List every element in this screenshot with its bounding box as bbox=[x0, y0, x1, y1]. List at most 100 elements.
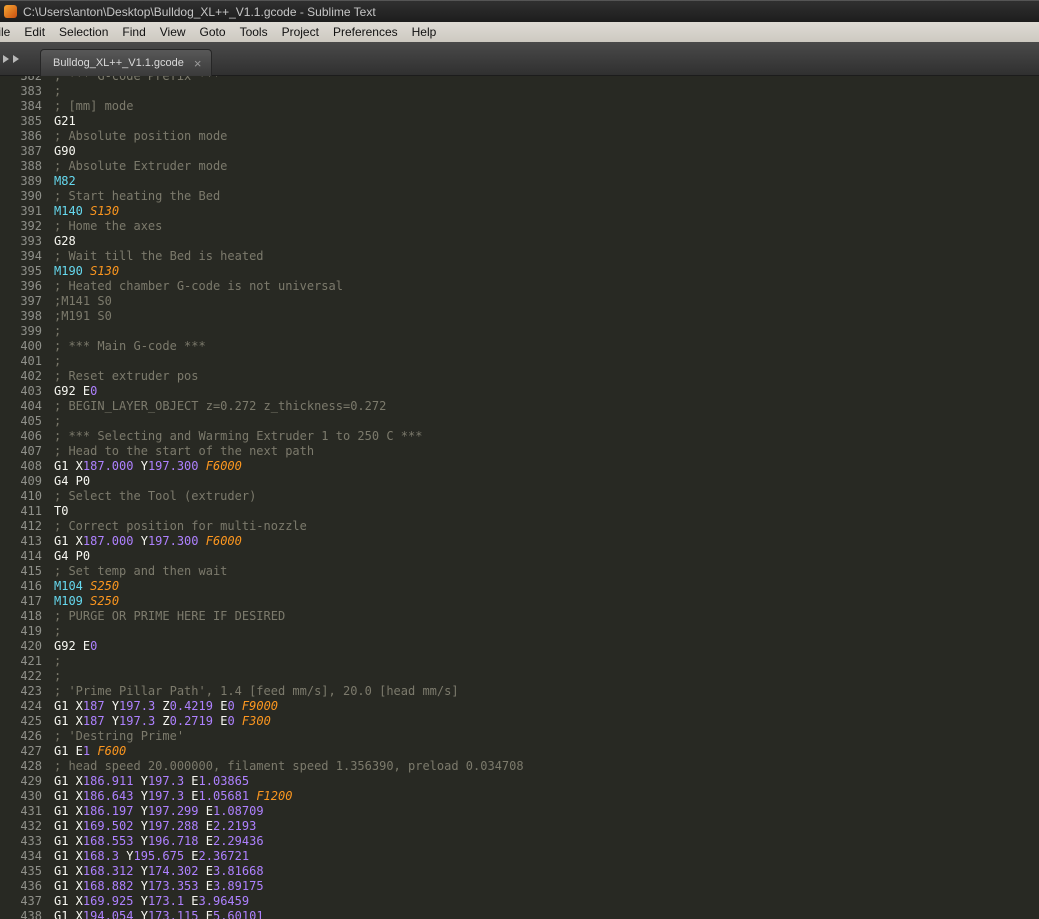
line-number: 424 bbox=[0, 699, 42, 714]
code-line[interactable]: 391M140 S130 bbox=[0, 204, 1039, 219]
code-line[interactable]: 423; 'Prime Pillar Path', 1.4 [feed mm/s… bbox=[0, 684, 1039, 699]
menu-item-project[interactable]: Project bbox=[275, 22, 326, 42]
code-line[interactable]: 433G1 X168.553 Y196.718 E2.29436 bbox=[0, 834, 1039, 849]
code-line[interactable]: 435G1 X168.312 Y174.302 E3.81668 bbox=[0, 864, 1039, 879]
code-line[interactable]: 389M82 bbox=[0, 174, 1039, 189]
code-line[interactable]: 425G1 X187 Y197.3 Z0.2719 E0 F300 bbox=[0, 714, 1039, 729]
menu-item-edit[interactable]: Edit bbox=[17, 22, 52, 42]
token-command: G1 X bbox=[54, 864, 83, 878]
code-line[interactable]: 428; head speed 20.000000, filament spee… bbox=[0, 759, 1039, 774]
code-line[interactable]: 405; bbox=[0, 414, 1039, 429]
tab-bulldog-gcode[interactable]: Bulldog_XL++_V1.1.gcode × bbox=[40, 49, 212, 76]
token-command: Y bbox=[133, 819, 147, 833]
code-line[interactable]: 400; *** Main G-code *** bbox=[0, 339, 1039, 354]
token-comment: ; bbox=[54, 354, 61, 368]
code-line[interactable]: 403G92 E0 bbox=[0, 384, 1039, 399]
code-line[interactable]: 399; bbox=[0, 324, 1039, 339]
code-line[interactable]: 412; Correct position for multi-nozzle bbox=[0, 519, 1039, 534]
code-line[interactable]: 383; bbox=[0, 84, 1039, 99]
menu-item-view[interactable]: View bbox=[153, 22, 193, 42]
line-number: 428 bbox=[0, 759, 42, 774]
code-line[interactable]: 419; bbox=[0, 624, 1039, 639]
code-line[interactable]: 434G1 X168.3 Y195.675 E2.36721 bbox=[0, 849, 1039, 864]
code-line[interactable]: 426; 'Destring Prime' bbox=[0, 729, 1039, 744]
code-line[interactable]: 417M109 S250 bbox=[0, 594, 1039, 609]
code-text: G1 X169.925 Y173.1 E3.96459 bbox=[54, 894, 249, 909]
menu-item-file[interactable]: File bbox=[0, 22, 17, 42]
code-line[interactable]: 420G92 E0 bbox=[0, 639, 1039, 654]
code-line[interactable]: 385G21 bbox=[0, 114, 1039, 129]
code-line[interactable]: 382; *** G-code Prefix *** bbox=[0, 76, 1039, 84]
code-line[interactable]: 415; Set temp and then wait bbox=[0, 564, 1039, 579]
code-line[interactable]: 431G1 X186.197 Y197.299 E1.08709 bbox=[0, 804, 1039, 819]
code-line[interactable]: 410; Select the Tool (extruder) bbox=[0, 489, 1039, 504]
token-number: 0 bbox=[90, 639, 97, 653]
code-line[interactable]: 427G1 E1 F600 bbox=[0, 744, 1039, 759]
code-text: M104 S250 bbox=[54, 579, 119, 594]
code-line[interactable]: 421; bbox=[0, 654, 1039, 669]
code-line[interactable]: 416M104 S250 bbox=[0, 579, 1039, 594]
code-line[interactable]: 422; bbox=[0, 669, 1039, 684]
menu-item-goto[interactable]: Goto bbox=[193, 22, 233, 42]
token-number: 168.882 bbox=[83, 879, 134, 893]
line-number: 425 bbox=[0, 714, 42, 729]
sublime-app-icon[interactable] bbox=[4, 5, 17, 18]
token-number: 3.96459 bbox=[199, 894, 250, 908]
code-line[interactable]: 413G1 X187.000 Y197.300 F6000 bbox=[0, 534, 1039, 549]
code-line[interactable]: 418; PURGE OR PRIME HERE IF DESIRED bbox=[0, 609, 1039, 624]
token-comment: ; Home the axes bbox=[54, 219, 162, 233]
code-line[interactable]: 397;M141 S0 bbox=[0, 294, 1039, 309]
code-line[interactable]: 393G28 bbox=[0, 234, 1039, 249]
code-line[interactable]: 407; Head to the start of the next path bbox=[0, 444, 1039, 459]
code-line[interactable]: 390; Start heating the Bed bbox=[0, 189, 1039, 204]
code-line[interactable]: 408G1 X187.000 Y197.300 F6000 bbox=[0, 459, 1039, 474]
code-text: G4 P0 bbox=[54, 474, 90, 489]
token-command: G1 X bbox=[54, 834, 83, 848]
code-line[interactable]: 424G1 X187 Y197.3 Z0.4219 E0 F9000 bbox=[0, 699, 1039, 714]
code-line[interactable]: 392; Home the axes bbox=[0, 219, 1039, 234]
code-text: G1 X194.054 Y173.115 E5.60101 bbox=[54, 909, 264, 919]
code-line[interactable]: 386; Absolute position mode bbox=[0, 129, 1039, 144]
title-bar[interactable]: C:\Users\anton\Desktop\Bulldog_XL++_V1.1… bbox=[0, 0, 1039, 22]
token-comment: ; Select the Tool (extruder) bbox=[54, 489, 256, 503]
code-text: ; bbox=[54, 354, 61, 369]
menu-item-preferences[interactable]: Preferences bbox=[326, 22, 405, 42]
code-line[interactable]: 411T0 bbox=[0, 504, 1039, 519]
line-number: 419 bbox=[0, 624, 42, 639]
code-line[interactable]: 396; Heated chamber G-code is not univer… bbox=[0, 279, 1039, 294]
token-command: G21 bbox=[54, 114, 76, 128]
code-line[interactable]: 398;M191 S0 bbox=[0, 309, 1039, 324]
token-comment: ; Heated chamber G-code is not universal bbox=[54, 279, 343, 293]
code-line[interactable]: 387G90 bbox=[0, 144, 1039, 159]
code-line[interactable]: 404; BEGIN_LAYER_OBJECT z=0.272 z_thickn… bbox=[0, 399, 1039, 414]
tab-scroll-left-icon[interactable] bbox=[3, 55, 9, 63]
menu-item-help[interactable]: Help bbox=[405, 22, 444, 42]
code-line[interactable]: 436G1 X168.882 Y173.353 E3.89175 bbox=[0, 879, 1039, 894]
code-line[interactable]: 384; [mm] mode bbox=[0, 99, 1039, 114]
editor-area[interactable]: 382; *** G-code Prefix ***383;384; [mm] … bbox=[0, 76, 1039, 919]
code-line[interactable]: 432G1 X169.502 Y197.288 E2.2193 bbox=[0, 819, 1039, 834]
code-line[interactable]: 430G1 X186.643 Y197.3 E1.05681 F1200 bbox=[0, 789, 1039, 804]
code-line[interactable]: 402; Reset extruder pos bbox=[0, 369, 1039, 384]
token-number: 168.3 bbox=[83, 849, 119, 863]
tab-scroll-right-icon[interactable] bbox=[13, 55, 19, 63]
menu-item-find[interactable]: Find bbox=[115, 22, 152, 42]
code-line[interactable]: 394; Wait till the Bed is heated bbox=[0, 249, 1039, 264]
code-text: M109 S250 bbox=[54, 594, 119, 609]
menu-item-tools[interactable]: Tools bbox=[233, 22, 275, 42]
code-line[interactable]: 409G4 P0 bbox=[0, 474, 1039, 489]
tab-close-icon[interactable]: × bbox=[194, 57, 202, 70]
code-line[interactable]: 395M190 S130 bbox=[0, 264, 1039, 279]
token-number: 187.000 bbox=[83, 459, 134, 473]
token-command: E bbox=[199, 834, 213, 848]
code-line[interactable]: 388; Absolute Extruder mode bbox=[0, 159, 1039, 174]
menu-item-selection[interactable]: Selection bbox=[52, 22, 115, 42]
code-line[interactable]: 401; bbox=[0, 354, 1039, 369]
code-line[interactable]: 429G1 X186.911 Y197.3 E1.03865 bbox=[0, 774, 1039, 789]
token-number: 197.3 bbox=[119, 699, 155, 713]
code-line[interactable]: 414G4 P0 bbox=[0, 549, 1039, 564]
code-line[interactable]: 406; *** Selecting and Warming Extruder … bbox=[0, 429, 1039, 444]
code-line[interactable]: 438G1 X194.054 Y173.115 E5.60101 bbox=[0, 909, 1039, 919]
code-line[interactable]: 437G1 X169.925 Y173.1 E3.96459 bbox=[0, 894, 1039, 909]
token-command: E bbox=[213, 714, 227, 728]
